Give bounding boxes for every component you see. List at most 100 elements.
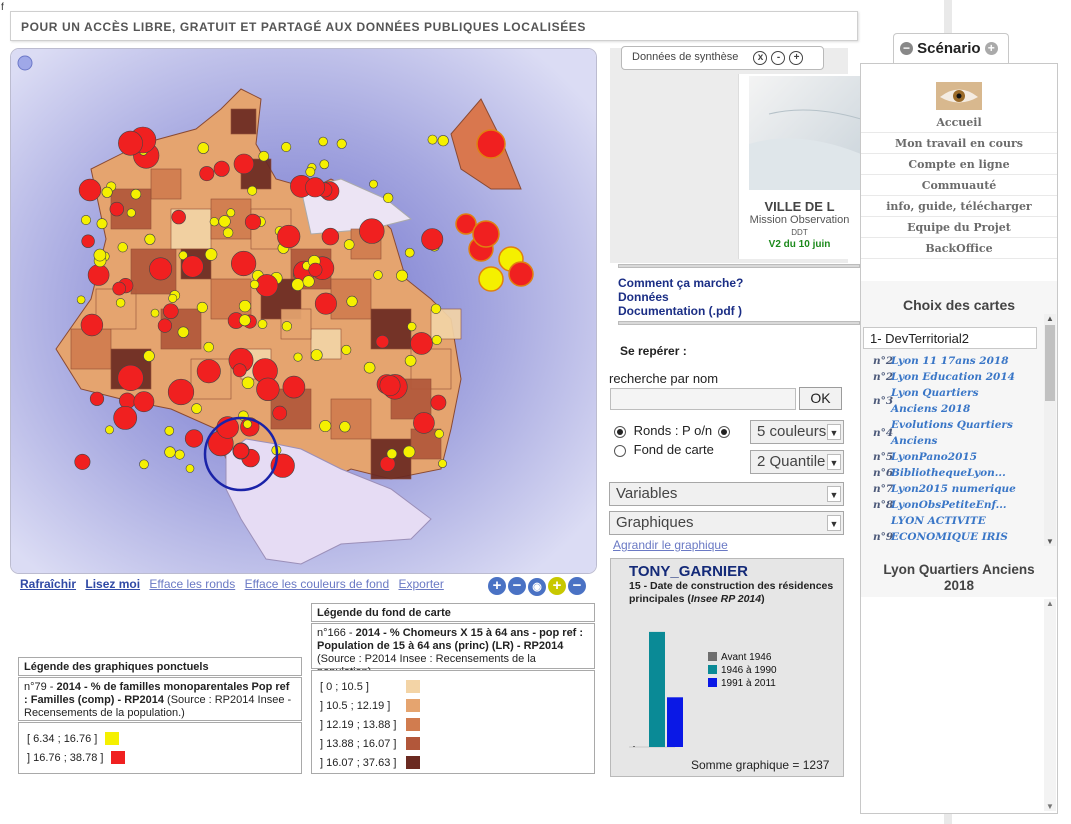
scroll-down-icon[interactable]: ▼ xyxy=(1044,802,1056,811)
map-point xyxy=(243,419,253,429)
map-point xyxy=(80,313,104,337)
radio-circles-p[interactable] xyxy=(717,425,730,438)
cards-section: Choix des cartes 1- DevTerritorial2 n°2 L… xyxy=(861,281,1057,597)
card-number: n°2 xyxy=(873,355,894,367)
chart-legend-swatch xyxy=(708,652,717,661)
menu-backoffice[interactable]: BackOffice xyxy=(861,238,1057,259)
map-point xyxy=(196,359,221,384)
target-icon[interactable]: ◉ xyxy=(528,578,546,596)
map-point xyxy=(407,322,417,332)
colors-select[interactable]: 5 couleurs ▼ xyxy=(750,420,844,444)
search-input[interactable] xyxy=(610,388,796,410)
menu-account[interactable]: Compte en ligne xyxy=(861,154,1057,175)
map-point xyxy=(305,166,316,177)
map-zone-cell xyxy=(330,398,372,440)
method-select[interactable]: 2 Quantile ▼ xyxy=(750,450,844,474)
map-point xyxy=(478,266,504,292)
card-item[interactable]: n°7 Lyon2015 numerique xyxy=(861,481,1057,497)
close-icon[interactable]: x xyxy=(753,51,768,65)
expand-icon[interactable]: + xyxy=(984,42,998,55)
map-point xyxy=(437,135,449,147)
card-number: n°4 xyxy=(873,427,894,439)
map-svg[interactable] xyxy=(11,49,597,574)
map-canvas[interactable] xyxy=(10,48,597,574)
legend-bg-num: n°166 - xyxy=(317,627,356,639)
menu-work[interactable]: Mon travail en cours xyxy=(861,133,1057,154)
card-item[interactable]: n°6 BibliothequeLyon... xyxy=(861,465,1057,481)
card-item[interactable]: n°4 Evolutions Quartiers Anciens xyxy=(861,417,1057,449)
map-point xyxy=(427,134,438,145)
export-link[interactable]: Exporter xyxy=(398,577,443,591)
map-point xyxy=(213,160,230,177)
howto-link[interactable]: Comment ça marche? xyxy=(618,276,858,290)
clear-circles-link[interactable]: Efface les ronds xyxy=(149,577,235,591)
scenario-tab[interactable]: − Scénario + xyxy=(893,33,1009,63)
scroll-up-icon[interactable]: ▲ xyxy=(1044,599,1056,608)
card-item[interactable]: n°8 LyonObsPetiteEnf... xyxy=(861,497,1057,513)
map-point xyxy=(164,446,176,458)
card-item[interactable]: n°2 Lyon Education 2014 xyxy=(861,369,1057,385)
cards-scrollbar[interactable]: ▲ ▼ xyxy=(1044,314,1056,546)
refresh-link[interactable]: Rafraîchir xyxy=(20,577,76,591)
card-item[interactable]: LYON ACTIVITE xyxy=(861,513,1057,529)
remove-icon[interactable]: − xyxy=(568,577,586,595)
card-title: Lyon2015 numerique xyxy=(891,483,1016,495)
radio-circles[interactable] xyxy=(614,425,626,438)
map-point xyxy=(133,391,155,413)
readme-link[interactable]: Lisez moi xyxy=(85,577,140,591)
minimize-icon[interactable]: - xyxy=(771,51,786,65)
clear-colors-link[interactable]: Efface les couleurs de fond xyxy=(245,577,390,591)
card-item[interactable]: n°5 LyonPano2015 xyxy=(861,449,1057,465)
menu-accueil[interactable]: Accueil xyxy=(861,112,1057,133)
legend-points-num: n°79 - xyxy=(24,681,57,693)
maximize-icon[interactable]: + xyxy=(789,51,804,65)
map-point xyxy=(196,301,208,313)
map-point xyxy=(404,354,417,367)
banner-title: POUR UN ACCÈS LIBRE, GRATUIT ET PARTAGÉ … xyxy=(10,11,858,41)
card-number: n°9 xyxy=(873,531,894,543)
card-item[interactable]: n°9 ECONOMIQUE IRIS xyxy=(861,529,1057,545)
chart-legend-swatch xyxy=(708,678,717,687)
minus-icon[interactable]: − xyxy=(508,577,526,595)
variables-select[interactable]: Variables ▼ xyxy=(609,482,844,506)
enlarge-graph-link[interactable]: Agrandir le graphique xyxy=(613,538,728,552)
collapse-icon[interactable]: − xyxy=(900,42,913,55)
legend-bg-var: 2014 - % Chomeurs X 15 à 64 ans - pop re… xyxy=(317,627,584,652)
plus-icon[interactable]: + xyxy=(488,577,506,595)
map-zone-cell xyxy=(230,108,257,135)
chevron-down-icon: ▼ xyxy=(827,486,841,502)
panel-scrollbar[interactable]: ▲ ▼ xyxy=(1044,599,1056,811)
menu-info[interactable]: info, guide, télécharger xyxy=(861,196,1057,217)
data-link[interactable]: Données xyxy=(618,290,858,304)
card-title: BibliothequeLyon... xyxy=(891,467,1006,479)
map-point xyxy=(157,318,172,333)
legend-class-label: ] 16.07 ; 37.63 ] xyxy=(320,756,397,769)
menu-community[interactable]: Commuauté xyxy=(861,175,1057,196)
scroll-thumb[interactable] xyxy=(1045,325,1055,401)
chart-legend-label: Avant 1946 xyxy=(721,652,772,663)
scroll-up-icon[interactable]: ▲ xyxy=(1044,314,1056,323)
graph-select[interactable]: Graphiques ▼ xyxy=(609,511,844,535)
card-item[interactable]: n°2 Lyon 11 17ans 2018 xyxy=(861,353,1057,369)
map-point xyxy=(96,218,108,230)
map-point xyxy=(171,209,186,225)
scenario-panel: Accueil Mon travail en cours Compte en l… xyxy=(860,63,1058,814)
radio-circles-row: Ronds : P o/n xyxy=(614,423,730,438)
menu-team[interactable]: Equipe du Projet xyxy=(861,217,1057,238)
card-number: n°3 xyxy=(873,395,894,407)
map-point xyxy=(375,335,390,349)
map-point xyxy=(383,192,394,203)
add-icon[interactable]: + xyxy=(548,577,566,595)
radio-background[interactable] xyxy=(614,444,626,457)
scroll-down-icon[interactable]: ▼ xyxy=(1044,537,1056,546)
card-title: Lyon Education 2014 xyxy=(891,371,1015,383)
card-item[interactable]: n°3 Lyon Quartiers Anciens 2018 xyxy=(861,385,1057,417)
doc-link[interactable]: Documentation (.pdf ) xyxy=(618,304,858,318)
map-point xyxy=(410,332,433,355)
map-point xyxy=(305,177,326,198)
selected-card[interactable]: 1- DevTerritorial2 xyxy=(863,327,1037,349)
search-label: recherche par nom xyxy=(609,371,719,386)
map-point xyxy=(167,378,195,406)
ok-button[interactable]: OK xyxy=(799,387,842,410)
map-point xyxy=(379,375,401,397)
